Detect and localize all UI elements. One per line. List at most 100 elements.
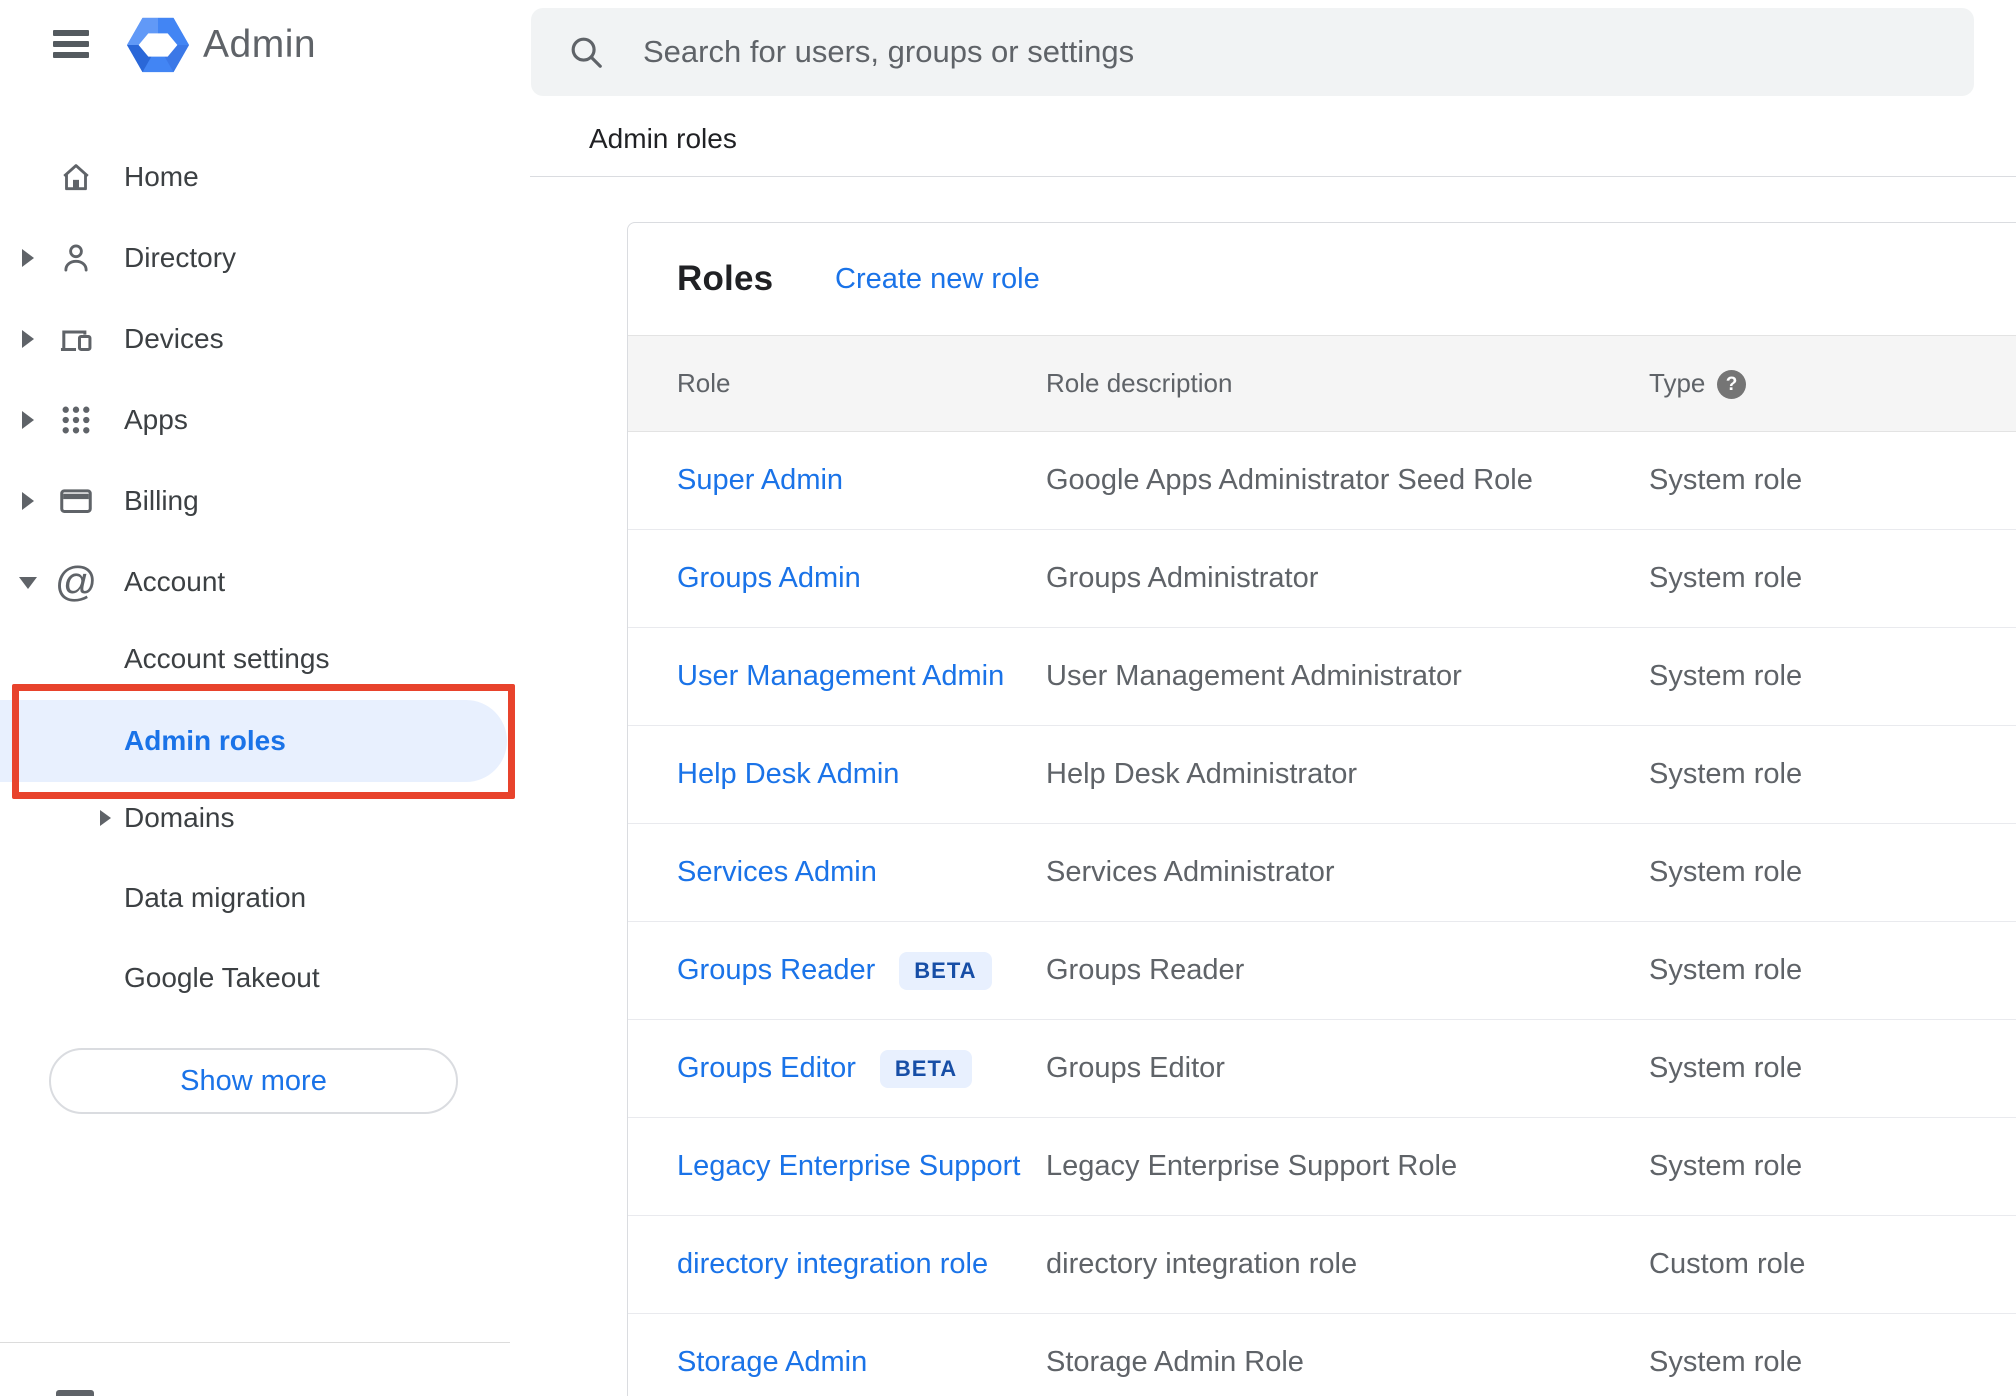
sidebar-item-label: Devices bbox=[124, 323, 224, 354]
table-row: directory integration role directory int… bbox=[628, 1216, 2016, 1314]
clipped-bottom-icon bbox=[56, 1390, 94, 1396]
app-title: Admin bbox=[203, 23, 317, 66]
sidebar-item-admin-roles[interactable]: Admin roles bbox=[0, 701, 530, 781]
table-row: Storage Admin Storage Admin Role System … bbox=[628, 1314, 2016, 1396]
role-link[interactable]: directory integration role bbox=[677, 1248, 988, 1281]
credit-card-icon bbox=[56, 481, 96, 521]
sidebar-item-label: Apps bbox=[124, 404, 188, 435]
sidebar-item-directory[interactable]: Directory bbox=[0, 218, 530, 298]
create-new-role-link[interactable]: Create new role bbox=[835, 223, 1040, 335]
roles-panel-header: Roles Create new role bbox=[628, 223, 2016, 335]
role-type: System role bbox=[1649, 758, 1803, 790]
panel-title: Roles bbox=[677, 259, 774, 298]
sidebar-item-label: Domains bbox=[124, 802, 235, 833]
sidebar-item-label: Directory bbox=[124, 242, 237, 273]
role-description: Services Administrator bbox=[1046, 856, 1335, 888]
column-header-description: Role description bbox=[1046, 368, 1233, 398]
role-link[interactable]: Help Desk Admin bbox=[677, 758, 899, 791]
breadcrumb: Admin roles bbox=[589, 123, 737, 154]
role-description: directory integration role bbox=[1046, 1248, 1358, 1280]
sidebar-item-google-takeout[interactable]: Google Takeout bbox=[0, 938, 530, 1018]
role-link[interactable]: Groups Reader bbox=[677, 954, 875, 987]
role-type: System role bbox=[1649, 1150, 1803, 1182]
role-type: System role bbox=[1649, 562, 1803, 594]
sidebar-item-label: Google Takeout bbox=[124, 962, 320, 993]
admin-hexagon-logo-icon bbox=[127, 17, 189, 73]
sidebar-item-label: Account bbox=[124, 566, 226, 597]
beta-badge: BETA bbox=[899, 951, 992, 990]
admin-logo[interactable]: Admin bbox=[127, 16, 316, 74]
sidebar-item-account-settings[interactable]: Account settings bbox=[0, 619, 530, 699]
role-description: Storage Admin Role bbox=[1046, 1346, 1304, 1378]
search-bar[interactable] bbox=[531, 8, 1974, 96]
role-description: Groups Reader bbox=[1046, 954, 1245, 986]
sidebar-item-devices[interactable]: Devices bbox=[0, 299, 530, 379]
menu-icon[interactable] bbox=[53, 30, 89, 62]
table-row: Super Admin Google Apps Administrator Se… bbox=[628, 432, 2016, 530]
sidebar-item-label: Admin roles bbox=[124, 725, 286, 756]
table-row: Groups Admin Groups Administrator System… bbox=[628, 530, 2016, 628]
help-icon[interactable]: ? bbox=[1717, 370, 1746, 399]
role-type: System role bbox=[1649, 464, 1803, 496]
role-link[interactable]: Legacy Enterprise Support bbox=[677, 1150, 1020, 1183]
role-description: Legacy Enterprise Support Role bbox=[1046, 1150, 1458, 1182]
role-description: Groups Administrator bbox=[1046, 562, 1319, 594]
role-description: User Management Administrator bbox=[1046, 660, 1462, 692]
sidebar-item-account[interactable]: @ Account bbox=[0, 542, 530, 622]
expand-arrow-icon[interactable] bbox=[22, 411, 34, 429]
role-link[interactable]: Groups Editor bbox=[677, 1052, 856, 1085]
role-type: System role bbox=[1649, 1052, 1803, 1084]
role-description: Help Desk Administrator bbox=[1046, 758, 1358, 790]
expand-arrow-icon[interactable] bbox=[22, 330, 34, 348]
role-link[interactable]: Groups Admin bbox=[677, 562, 861, 595]
table-row: Groups Reader BETA Groups Reader System … bbox=[628, 922, 2016, 1020]
home-icon bbox=[56, 157, 96, 197]
role-type: System role bbox=[1649, 660, 1803, 692]
roles-panel: Roles Create new role Role Role descript… bbox=[627, 222, 2016, 1396]
roles-table-body: Super Admin Google Apps Administrator Se… bbox=[628, 432, 2016, 1396]
sidebar-item-label: Home bbox=[124, 161, 199, 192]
table-header-row: Role Role description Type ? bbox=[628, 335, 2016, 432]
role-link[interactable]: Super Admin bbox=[677, 464, 843, 497]
expand-arrow-icon[interactable] bbox=[22, 492, 34, 510]
table-row: Groups Editor BETA Groups Editor System … bbox=[628, 1020, 2016, 1118]
role-link[interactable]: Services Admin bbox=[677, 856, 877, 889]
sidebar: Admin Home Directory Devices Apps Billin… bbox=[0, 0, 530, 1396]
sidebar-item-home[interactable]: Home bbox=[0, 137, 530, 217]
admin-console-screen: Admin Home Directory Devices Apps Billin… bbox=[0, 0, 2016, 1396]
expand-arrow-icon[interactable] bbox=[22, 249, 34, 267]
search-icon bbox=[571, 37, 602, 68]
header-divider bbox=[530, 176, 2016, 177]
sidebar-divider bbox=[0, 1342, 510, 1343]
search-input[interactable] bbox=[643, 8, 1943, 96]
role-description: Groups Editor bbox=[1046, 1052, 1225, 1084]
role-type: System role bbox=[1649, 856, 1803, 888]
person-icon bbox=[56, 238, 96, 278]
beta-badge: BETA bbox=[879, 1049, 973, 1088]
column-header-type: Type bbox=[1649, 368, 1706, 398]
table-row: Help Desk Admin Help Desk Administrator … bbox=[628, 726, 2016, 824]
expand-arrow-icon[interactable] bbox=[100, 810, 111, 826]
at-sign-icon: @ bbox=[54, 558, 98, 605]
sidebar-item-label: Billing bbox=[124, 485, 199, 516]
table-row: Legacy Enterprise Support Legacy Enterpr… bbox=[628, 1118, 2016, 1216]
role-type: System role bbox=[1649, 1346, 1803, 1378]
sidebar-item-label: Account settings bbox=[124, 643, 330, 674]
table-row: Services Admin Services Administrator Sy… bbox=[628, 824, 2016, 922]
sidebar-item-billing[interactable]: Billing bbox=[0, 461, 530, 541]
role-link[interactable]: User Management Admin bbox=[677, 660, 1004, 693]
sidebar-item-data-migration[interactable]: Data migration bbox=[0, 858, 530, 938]
column-header-role: Role bbox=[677, 368, 731, 398]
apps-grid-icon bbox=[56, 400, 96, 440]
collapse-arrow-icon[interactable] bbox=[19, 577, 37, 589]
show-more-button[interactable]: Show more bbox=[49, 1048, 458, 1114]
role-type: Custom role bbox=[1649, 1248, 1806, 1280]
table-row: User Management Admin User Management Ad… bbox=[628, 628, 2016, 726]
role-type: System role bbox=[1649, 954, 1803, 986]
role-link[interactable]: Storage Admin bbox=[677, 1346, 867, 1379]
role-description: Google Apps Administrator Seed Role bbox=[1046, 464, 1533, 496]
devices-icon bbox=[56, 319, 96, 359]
sidebar-item-domains[interactable]: Domains bbox=[0, 778, 530, 858]
sidebar-item-label: Data migration bbox=[124, 882, 307, 913]
sidebar-item-apps[interactable]: Apps bbox=[0, 380, 530, 460]
